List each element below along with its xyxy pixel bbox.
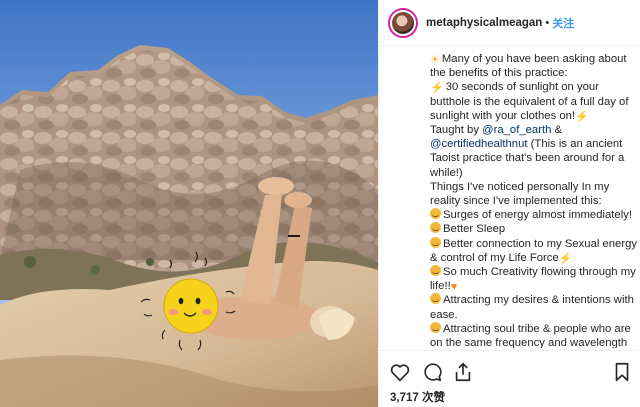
caption-line: So much Creativity flowing through my — [430, 265, 638, 279]
caption-line: Attracting soul tribe & people who are — [430, 321, 638, 336]
caption-text: the benefits of this practice: — [430, 67, 568, 80]
heart-outline-icon[interactable] — [389, 361, 411, 383]
smile-icon — [430, 208, 441, 220]
caption-text: reality since I've implemented this: — [430, 195, 602, 208]
caption-text: Better Sleep — [443, 223, 506, 236]
caption-text: Attracting soul tribe & people who are — [443, 322, 631, 335]
caption-line: ⚡ 30 seconds of sunlight on your — [430, 80, 638, 94]
caption-text: 30 seconds of sunlight on your — [445, 81, 599, 94]
caption-text: & control of my Life Force — [430, 251, 559, 264]
caption-line: @certifiedhealthnut (This is an ancient — [430, 137, 638, 151]
smile-icon — [430, 293, 441, 305]
caption-text: Attracting my desires & intentions with — [443, 294, 634, 307]
caption-line: life!!♥ — [430, 279, 638, 293]
caption-text: on the same frequency and wavelength — [430, 337, 628, 348]
post-photo[interactable] — [0, 0, 378, 407]
caption-line: sunlight with your clothes on!⚡ — [430, 109, 638, 123]
post-side-panel: metaphysicalmeagan • 关注 ☀ Many of you hav… — [378, 0, 640, 407]
mention-link[interactable]: @ra_of_earth — [482, 124, 551, 136]
caption-line: on the same frequency and wavelength — [430, 336, 638, 348]
heart-icon: ♥ — [450, 281, 458, 294]
smile-icon — [430, 222, 441, 234]
caption-line: the benefits of this practice: — [430, 66, 638, 80]
caption-line: Things I've noticed personally In my — [430, 180, 638, 194]
caption-text: life!! — [430, 280, 451, 293]
caption-text: Things I've noticed personally In my — [430, 180, 610, 193]
caption-line: reality since I've implemented this: — [430, 194, 638, 208]
caption-text: while!) — [430, 166, 463, 179]
lightning-icon: ⚡ — [575, 110, 589, 123]
caption-line: ease. — [430, 308, 638, 322]
like-count: 3,717 次赞 — [390, 392, 445, 404]
caption-text: (This is an ancient — [527, 138, 623, 151]
caption-text: ease. — [430, 308, 458, 321]
caption-line: ☀ Many of you have been asking about — [430, 52, 638, 66]
post-caption: ☀ Many of you have been asking about the b… — [430, 52, 638, 348]
smile-icon — [430, 236, 441, 248]
caption-line: Better Sleep — [430, 222, 638, 236]
caption-text: So much Creativity flowing through my — [443, 266, 636, 279]
caption-text: butthole is the equivalent of a full day… — [430, 95, 629, 108]
caption-line: Better connection to my Sexual energy — [430, 236, 638, 251]
caption-line: Attracting my desires & intentions with — [430, 293, 638, 307]
separator-dot: • — [545, 16, 550, 29]
smile-icon — [430, 321, 441, 333]
share-icon[interactable] — [452, 361, 474, 383]
lightning-icon: ⚡ — [558, 252, 573, 265]
post-header: metaphysicalmeagan • 关注 — [379, 0, 640, 46]
instagram-post: metaphysicalmeagan • 关注 ☀ Many of you hav… — [0, 0, 640, 407]
smile-icon — [430, 265, 441, 277]
caption-text: sunlight with your clothes on! — [430, 109, 576, 122]
caption-text: Better connection to my Sexual energy — [443, 237, 638, 250]
action-bar: 3,717 次赞 — [379, 350, 640, 407]
caption-text: Surges of energy almost immediately! — [443, 209, 632, 222]
caption-text: & — [551, 124, 563, 137]
bookmark-icon[interactable] — [611, 361, 633, 383]
caption-line: Taoist practice that's been around for a — [430, 151, 638, 165]
caption-text: Taoist practice that's been around for a — [430, 152, 625, 165]
caption-text: Many of you have been asking about — [441, 53, 627, 65]
mention-link[interactable]: @certifiedhealthnut — [430, 138, 528, 150]
username-link[interactable]: metaphysicalmeagan — [426, 17, 542, 29]
desert-photo — [0, 0, 378, 407]
follow-button[interactable]: 关注 — [552, 15, 574, 31]
caption-line: while!) — [430, 166, 638, 180]
sun-icon: ☀ — [430, 54, 440, 66]
comment-icon[interactable] — [421, 361, 443, 383]
caption-line: & control of my Life Force⚡ — [430, 251, 638, 265]
avatar[interactable] — [388, 7, 418, 38]
caption-text: Taught by — [430, 124, 483, 137]
caption-line: Surges of energy almost immediately! — [430, 208, 638, 222]
lightning-icon: ⚡ — [430, 82, 444, 95]
caption-line: Taught by @ra_of_earth & — [430, 123, 638, 137]
caption-line: butthole is the equivalent of a full day… — [430, 95, 638, 109]
